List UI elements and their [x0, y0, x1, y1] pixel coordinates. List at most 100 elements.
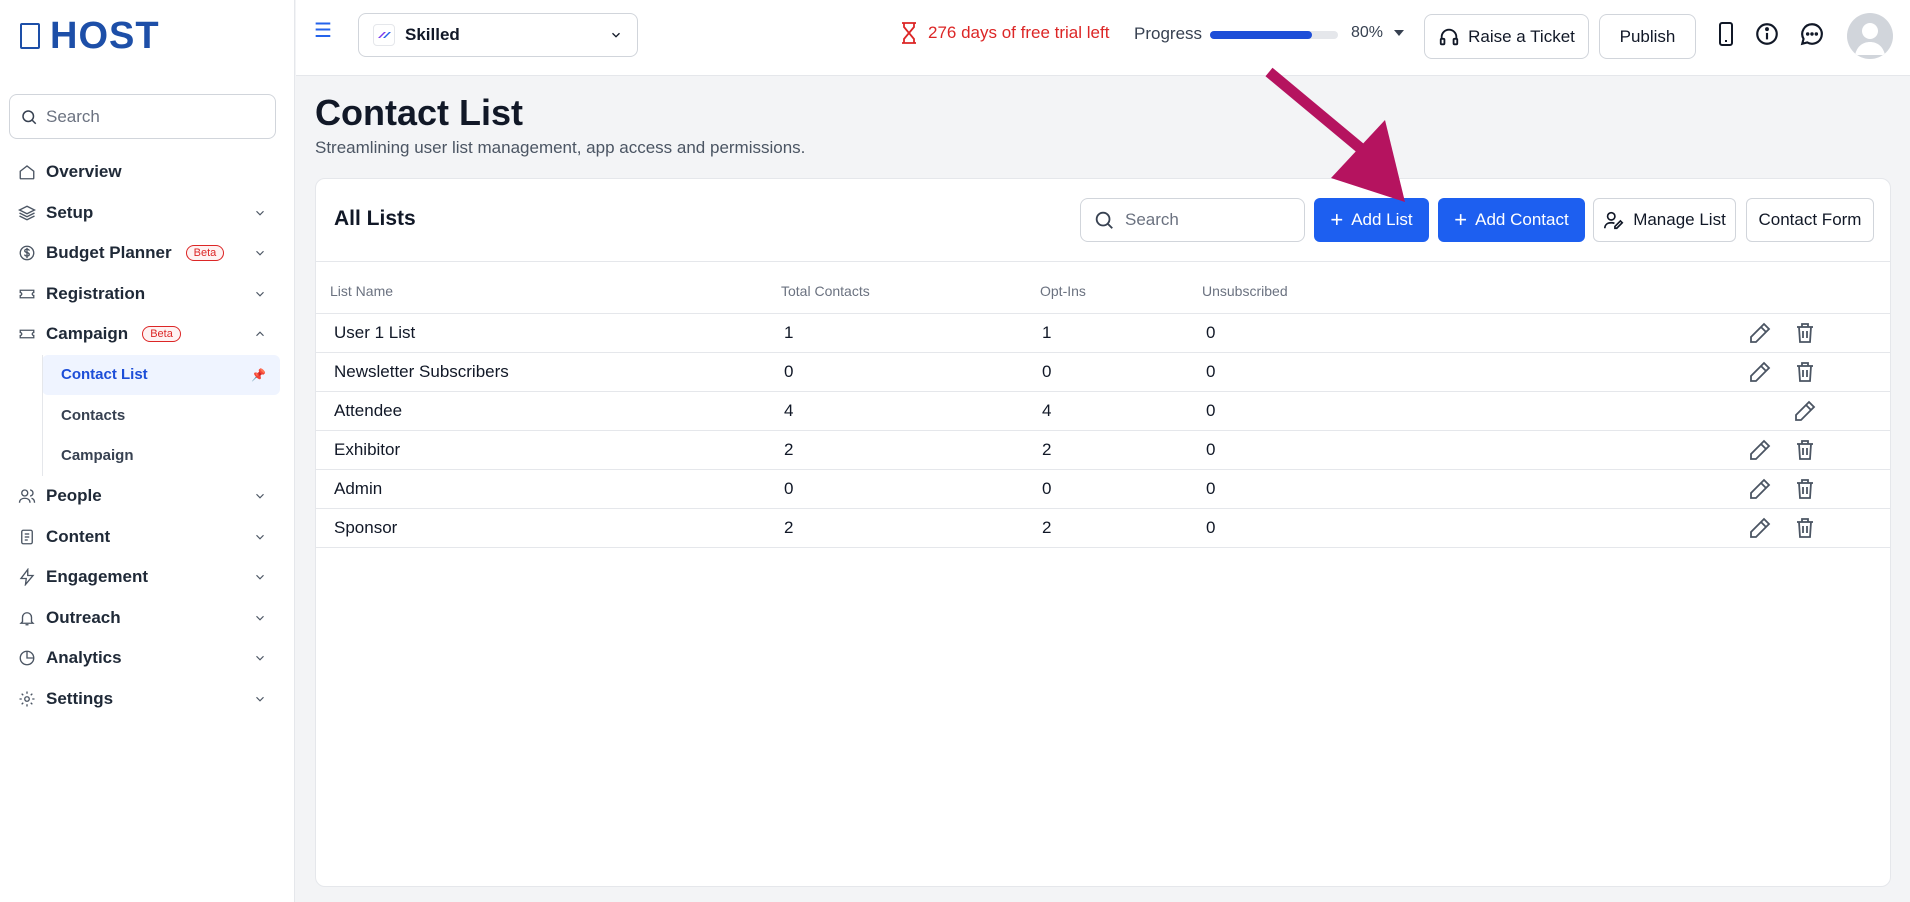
- sidebar-subitem-label: Contacts: [61, 406, 126, 424]
- raise-ticket-button[interactable]: Raise a Ticket: [1424, 14, 1589, 59]
- cell-opt-ins: 0: [1042, 362, 1052, 381]
- layers-icon: [18, 205, 36, 221]
- edit-icon[interactable]: [1748, 516, 1772, 540]
- sidebar-item-engagement[interactable]: Engagement: [0, 557, 295, 598]
- sidebar-nav: Overview Setup Budget Planner Beta Regis…: [0, 152, 295, 719]
- edit-icon[interactable]: [1748, 321, 1772, 345]
- event-logo-icon: [373, 24, 395, 46]
- sidebar-item-label: Analytics: [46, 648, 122, 668]
- edit-icon[interactable]: [1748, 477, 1772, 501]
- edit-icon[interactable]: [1748, 438, 1772, 462]
- edit-icon[interactable]: [1748, 360, 1772, 384]
- sidebar-item-analytics[interactable]: Analytics: [0, 638, 295, 679]
- delete-icon[interactable]: [1793, 516, 1817, 540]
- cell-opt-ins: 4: [1042, 401, 1052, 420]
- delete-icon[interactable]: [1793, 438, 1817, 462]
- page-subtitle: Streamlining user list management, app a…: [315, 138, 806, 157]
- ticket-icon: [19, 329, 35, 339]
- cell-list-name: Sponsor: [334, 518, 398, 537]
- sidebar-item-campaign[interactable]: Campaign Beta: [0, 314, 295, 355]
- column-header-unsubscribed[interactable]: Unsubscribed: [1202, 283, 1288, 299]
- sidebar-item-label: Settings: [46, 688, 114, 708]
- sidebar-subitem-contact-list[interactable]: Contact List 📌: [42, 354, 280, 395]
- hourglass-icon: [902, 22, 916, 44]
- sidebar-subitem-campaign[interactable]: Campaign: [0, 436, 295, 477]
- trial-text: 276 days of free trial left: [928, 23, 1110, 42]
- delete-icon[interactable]: [1793, 477, 1817, 501]
- sidebar-item-label: People: [46, 486, 102, 506]
- sidebar-search-placeholder: Search: [46, 106, 100, 126]
- sidebar-subitem-contacts[interactable]: Contacts: [0, 395, 295, 436]
- chevron-down-icon[interactable]: [253, 692, 267, 706]
- logo[interactable]: HOST: [20, 14, 160, 58]
- table-row: Attendee 4 4 0: [316, 392, 1890, 431]
- progress-dropdown-caret[interactable]: [1394, 30, 1404, 36]
- page-title: Contact List: [315, 92, 524, 133]
- pin-icon[interactable]: 📌: [251, 368, 266, 382]
- table-row: Sponsor 2 2 0: [316, 509, 1890, 548]
- event-name: Skilled: [405, 25, 460, 44]
- progress-label: Progress: [1134, 24, 1203, 43]
- logo-mark: [20, 23, 40, 49]
- cell-opt-ins: 2: [1042, 440, 1052, 459]
- column-header-list-name[interactable]: List Name: [330, 283, 393, 299]
- sidebar-item-settings[interactable]: Settings: [0, 679, 295, 720]
- cell-total-contacts: 2: [784, 518, 794, 537]
- sidebar-item-content[interactable]: Content: [0, 517, 295, 558]
- column-header-opt-ins[interactable]: Opt-Ins: [1040, 283, 1086, 299]
- sidebar-item-setup[interactable]: Setup: [0, 193, 295, 234]
- menu-toggle-icon[interactable]: ☰: [314, 18, 332, 43]
- cell-unsubscribed: 0: [1206, 440, 1216, 459]
- cell-list-name: Admin: [334, 479, 383, 498]
- sidebar-search[interactable]: Search: [9, 94, 276, 139]
- column-header-total-contacts[interactable]: Total Contacts: [781, 283, 870, 299]
- contact-form-button[interactable]: Contact Form: [1746, 198, 1874, 242]
- mobile-preview-icon[interactable]: [1718, 21, 1734, 47]
- all-lists-card: All Lists Search + Add List + Add Contac…: [315, 178, 1891, 887]
- annotation-arrow: [1265, 67, 1405, 202]
- chevron-down-icon[interactable]: [253, 611, 267, 625]
- campaign-submenu: Contact List 📌 Contacts Campaign: [0, 354, 295, 477]
- chevron-down-icon[interactable]: [253, 530, 267, 544]
- chevron-down-icon[interactable]: [253, 287, 267, 301]
- sidebar-item-label: Content: [46, 526, 111, 546]
- top-header: ☰ Skilled 276 days of free trial left Pr…: [296, 0, 1910, 76]
- chevron-down-icon[interactable]: [253, 206, 267, 220]
- logo-text: HOST: [50, 14, 160, 57]
- avatar[interactable]: [1847, 13, 1893, 59]
- delete-icon[interactable]: [1793, 321, 1817, 345]
- publish-button[interactable]: Publish: [1599, 14, 1696, 59]
- progress-percent: 80%: [1351, 24, 1384, 41]
- sidebar-item-outreach[interactable]: Outreach: [0, 598, 295, 639]
- info-icon[interactable]: [1754, 21, 1780, 47]
- chevron-down-icon[interactable]: [253, 489, 267, 503]
- chevron-down-icon[interactable]: [253, 651, 267, 665]
- chat-icon[interactable]: [1799, 21, 1825, 47]
- chevron-down-icon: [612, 32, 620, 38]
- progress-bar-fill: [1210, 31, 1313, 39]
- sidebar-item-label: Overview: [46, 162, 122, 182]
- add-list-label: Add List: [1351, 210, 1413, 229]
- headset-icon: [1439, 28, 1459, 45]
- search-icon: [1095, 211, 1113, 229]
- edit-icon[interactable]: [1793, 399, 1817, 423]
- sidebar-item-label: Campaign: [46, 324, 129, 344]
- sidebar-subitem-label: Campaign: [61, 447, 134, 465]
- chevron-up-icon[interactable]: [253, 327, 267, 341]
- sidebar-item-registration[interactable]: Registration: [0, 274, 295, 315]
- sidebar-item-people[interactable]: People: [0, 476, 295, 517]
- add-contact-button[interactable]: + Add Contact: [1438, 198, 1585, 242]
- pie-chart-icon: [19, 650, 35, 666]
- sidebar-item-budget-planner[interactable]: Budget Planner Beta: [0, 233, 295, 274]
- cell-unsubscribed: 0: [1206, 401, 1216, 420]
- delete-icon[interactable]: [1793, 360, 1817, 384]
- cell-list-name: User 1 List: [334, 323, 416, 342]
- sidebar-item-overview[interactable]: Overview: [0, 152, 295, 193]
- event-selector[interactable]: Skilled: [358, 13, 638, 57]
- manage-list-button[interactable]: Manage List: [1593, 198, 1736, 242]
- ticket-icon: [19, 289, 35, 299]
- cell-total-contacts: 1: [784, 323, 794, 342]
- document-icon: [21, 529, 33, 545]
- chevron-down-icon[interactable]: [253, 570, 267, 584]
- chevron-down-icon[interactable]: [253, 246, 267, 260]
